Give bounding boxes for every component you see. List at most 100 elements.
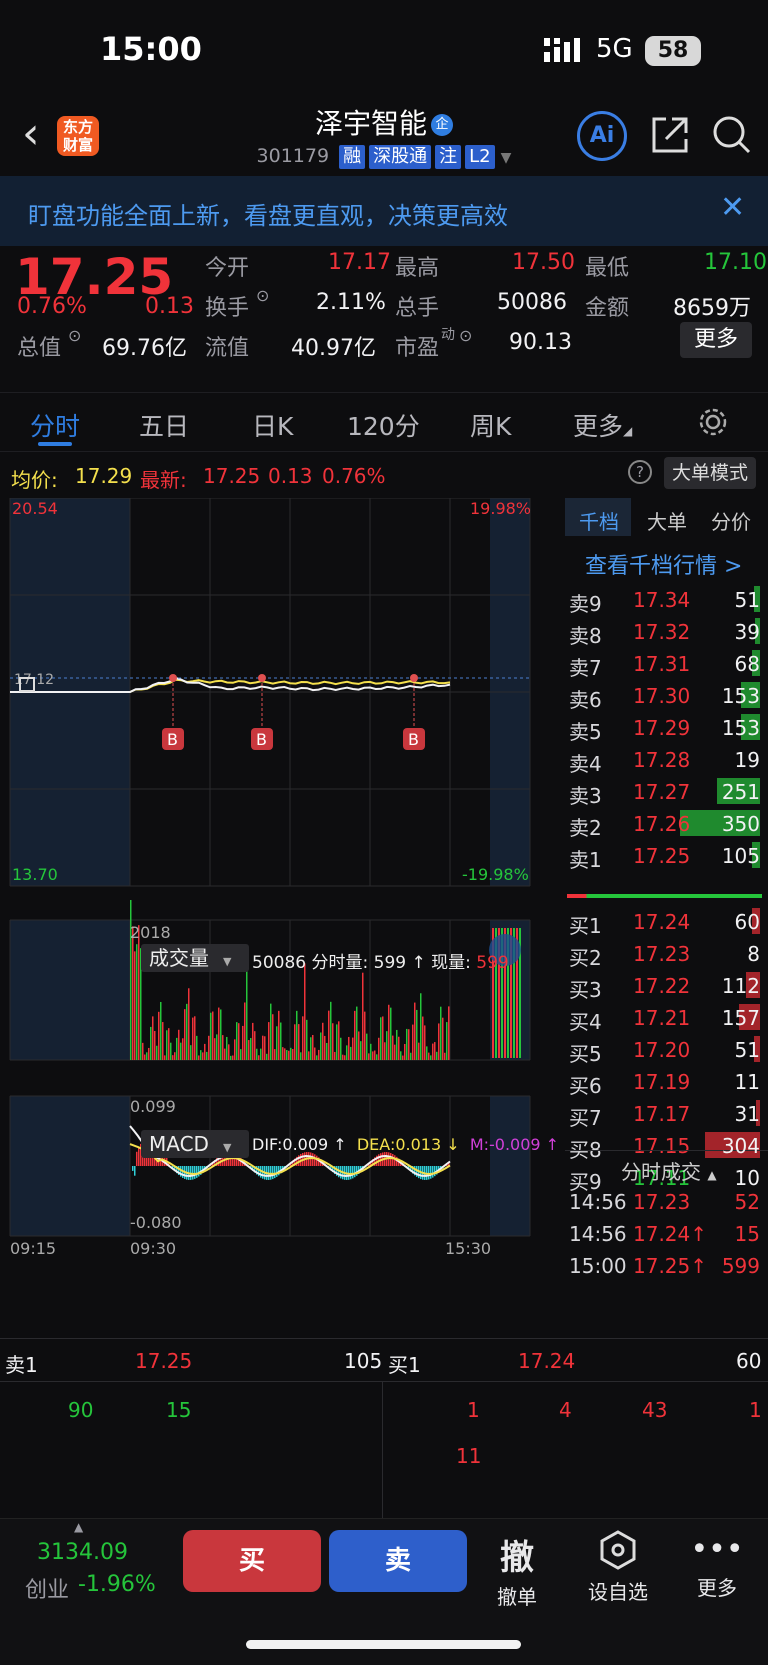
volume-bar xyxy=(196,1035,198,1060)
volume-bar xyxy=(398,1036,400,1060)
tab-daily-k[interactable]: 日K xyxy=(252,407,293,443)
ask-row[interactable]: 卖8 17.32 39 xyxy=(565,614,768,648)
info-icon[interactable]: ⊙ xyxy=(68,326,81,345)
volume-bar xyxy=(244,1002,246,1060)
macd-bar xyxy=(432,1166,434,1178)
intraday-chart[interactable]: BBB 20.54 13.70 19.98% -19.98% 17.12 201… xyxy=(0,498,565,1338)
bid-volume: 31 xyxy=(734,1102,760,1126)
sell1-price: 17.25 xyxy=(135,1349,193,1373)
pct-min-label: -19.98% xyxy=(462,865,529,884)
tab-weekly-k[interactable]: 周K xyxy=(470,407,511,443)
ask-row[interactable]: 卖6 17.30 153 xyxy=(565,678,768,712)
volume-bar xyxy=(226,1036,228,1060)
volume-value: 50086 xyxy=(497,290,567,315)
ask-row[interactable]: 卖7 17.31 68 xyxy=(565,646,768,680)
gear-icon[interactable] xyxy=(698,407,728,437)
share-icon[interactable] xyxy=(650,115,690,155)
ask-row[interactable]: 卖1 17.25 105 xyxy=(565,838,768,872)
volume-bar xyxy=(440,1006,442,1060)
volume-bar xyxy=(378,1037,380,1060)
ob-tab-depth[interactable]: 千档 xyxy=(579,506,619,535)
volume-bar xyxy=(430,1055,432,1060)
ob-tab-big[interactable]: 大单 xyxy=(647,506,687,535)
tab-5day[interactable]: 五日 xyxy=(139,407,189,443)
volume-bar xyxy=(150,1026,152,1060)
volume-bar xyxy=(272,1014,274,1060)
footer-more-button[interactable]: ••• 更多 xyxy=(682,1530,752,1601)
ask-row[interactable]: 卖4 17.28 19 xyxy=(565,742,768,776)
tab-120min[interactable]: 120分 xyxy=(347,407,420,443)
bid-price: 17.17 xyxy=(633,1102,691,1126)
info-icon[interactable]: ⊙ xyxy=(459,326,472,345)
bid-price: 17.21 xyxy=(633,1006,691,1030)
bid-price: 17.23 xyxy=(633,942,691,966)
index-value[interactable]: 3134.09 xyxy=(37,1540,128,1565)
index-pct[interactable]: -1.96% xyxy=(78,1572,156,1597)
caret-up-icon: ▲ xyxy=(74,1520,84,1534)
volume-bar xyxy=(376,1054,378,1060)
ask-price: 17.32 xyxy=(633,620,691,644)
volume-bar xyxy=(190,1045,192,1060)
volume-bar xyxy=(210,1012,212,1060)
bid-row[interactable]: 买3 17.22 112 xyxy=(565,968,768,1002)
bid-row[interactable]: 买2 17.23 8 xyxy=(565,936,768,970)
volume-bar xyxy=(348,1036,350,1060)
tab-more[interactable]: 更多◢ xyxy=(573,407,632,443)
order-book: 千档 大单 分价 查看千档行情 > 卖9 17.34 51 卖8 17.32 39 卖7 17… xyxy=(565,498,768,1288)
volume-bar xyxy=(360,1041,362,1060)
turnover-label: 换手 xyxy=(205,296,250,321)
cancel-order-button[interactable]: 撤 撤单 xyxy=(482,1530,552,1610)
trade-time: 14:56 xyxy=(569,1222,627,1246)
more-button[interactable]: 更多 xyxy=(680,322,752,358)
trades-title[interactable]: 分时成交 ▲ xyxy=(621,1156,717,1185)
more-dots-icon: ••• xyxy=(690,1532,744,1567)
macd-bar xyxy=(274,1166,276,1179)
tag-margin: 融 xyxy=(339,145,366,169)
ask-row[interactable]: 卖2 17.26 350 xyxy=(565,806,768,840)
ask-row[interactable]: 卖3 17.27 251 xyxy=(565,774,768,808)
trade-volume: 15 xyxy=(734,1222,760,1246)
search-icon[interactable] xyxy=(712,115,752,155)
close-icon[interactable]: ✕ xyxy=(720,190,745,225)
ask-row[interactable]: 卖9 17.34 51 xyxy=(565,582,768,616)
bid-row[interactable]: 买4 17.21 157 xyxy=(565,1000,768,1034)
big-order-mode-button[interactable]: 大单模式 xyxy=(664,457,756,489)
ask-label: 卖6 xyxy=(569,688,602,712)
macd-selector[interactable]: MACD ▼ xyxy=(141,1130,249,1158)
bid-row[interactable]: 买6 17.19 11 xyxy=(565,1064,768,1098)
bid-row[interactable]: 买1 17.24 60 xyxy=(565,904,768,938)
bid-row[interactable]: 买5 17.20 51 xyxy=(565,1032,768,1066)
volume-bar xyxy=(358,1031,360,1060)
macd-bar xyxy=(196,1166,198,1178)
volume-bar xyxy=(342,1054,344,1060)
buy-button[interactable]: 买 xyxy=(183,1530,321,1592)
ask-row[interactable]: 卖5 17.29 153 xyxy=(565,710,768,744)
volume-bar xyxy=(166,1030,168,1060)
low-value: 17.10 xyxy=(704,250,767,275)
macd-bar xyxy=(314,1154,316,1166)
ai-button[interactable]: Ai xyxy=(577,111,627,161)
quote-panel: 17.25 0.76% 0.13 总值 ⊙ 69.76亿 今开 17.17 最高… xyxy=(0,246,768,386)
ask-label: 卖9 xyxy=(569,592,602,616)
ask-price: 17.31 xyxy=(633,652,691,676)
help-icon[interactable]: ? xyxy=(628,460,652,484)
battery-icon: 58 xyxy=(645,36,701,66)
ask-volume: 51 xyxy=(734,588,760,612)
bid-row[interactable]: 买7 17.17 31 xyxy=(565,1096,768,1130)
ask-label: 卖1 xyxy=(569,848,602,872)
bid-volume: 51 xyxy=(734,1038,760,1062)
high-value: 17.50 xyxy=(512,250,575,275)
volume-bar xyxy=(146,1052,148,1060)
trade-marker-dot xyxy=(410,674,418,682)
info-icon[interactable]: ⊙ xyxy=(256,286,269,305)
tab-intraday[interactable]: 分时 xyxy=(30,407,80,443)
home-indicator xyxy=(246,1640,521,1649)
sell-button[interactable]: 卖 xyxy=(329,1530,467,1592)
ob-tab-price[interactable]: 分价 xyxy=(711,506,751,535)
volume-selector[interactable]: 成交量 ▼ xyxy=(141,944,249,972)
index-name[interactable]: 创业 xyxy=(25,1572,69,1604)
volume-bar xyxy=(204,1043,206,1060)
ask-price: 17.29 xyxy=(633,716,691,740)
add-watchlist-button[interactable]: 设自选 xyxy=(583,1530,653,1605)
depth-link[interactable]: 查看千档行情 > xyxy=(585,548,742,580)
